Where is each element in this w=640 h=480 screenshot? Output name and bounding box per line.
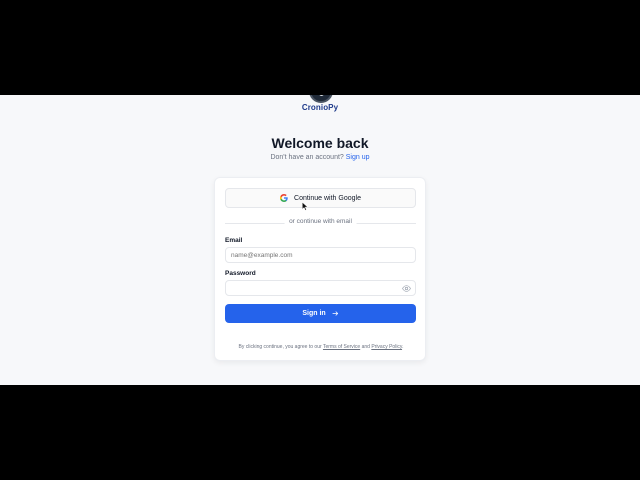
eye-icon[interactable] (402, 284, 411, 293)
divider-text: or continue with email (284, 218, 357, 225)
privacy-link[interactable]: Privacy Policy (371, 344, 402, 350)
brand-name: CronioPy (301, 103, 339, 112)
email-label: Email (225, 237, 243, 244)
divider: or continue with email (225, 218, 416, 228)
google-icon (280, 194, 288, 202)
legal-prefix: By clicking continue, you agree to our (238, 344, 322, 350)
signup-prompt: Don't have an account? Sign up (0, 154, 640, 161)
arrow-right-icon (332, 311, 338, 316)
email-field[interactable] (225, 247, 416, 263)
google-signin-button[interactable]: Continue with Google (225, 188, 416, 208)
legal-and: and (361, 344, 370, 350)
signup-prompt-text: Don't have an account? (270, 154, 344, 161)
signup-link[interactable]: Sign up (346, 154, 370, 161)
legal-notice: By clicking continue, you agree to our T… (221, 344, 421, 350)
page-title: Welcome back (271, 135, 369, 151)
terms-link[interactable]: Terms of Service (323, 344, 360, 350)
google-button-label: Continue with Google (294, 194, 361, 202)
login-page: CronioPy Welcome back Don't have an acco… (0, 95, 640, 385)
signin-button[interactable]: Sign in (225, 304, 416, 323)
signin-button-label: Sign in (302, 310, 326, 317)
login-card: Continue with Google or continue with em… (214, 177, 426, 361)
logo-icon (309, 95, 333, 103)
password-field[interactable] (225, 280, 416, 296)
password-label: Password (225, 270, 256, 277)
legal-suffix: . (402, 344, 404, 350)
mouse-cursor-icon (302, 202, 308, 211)
